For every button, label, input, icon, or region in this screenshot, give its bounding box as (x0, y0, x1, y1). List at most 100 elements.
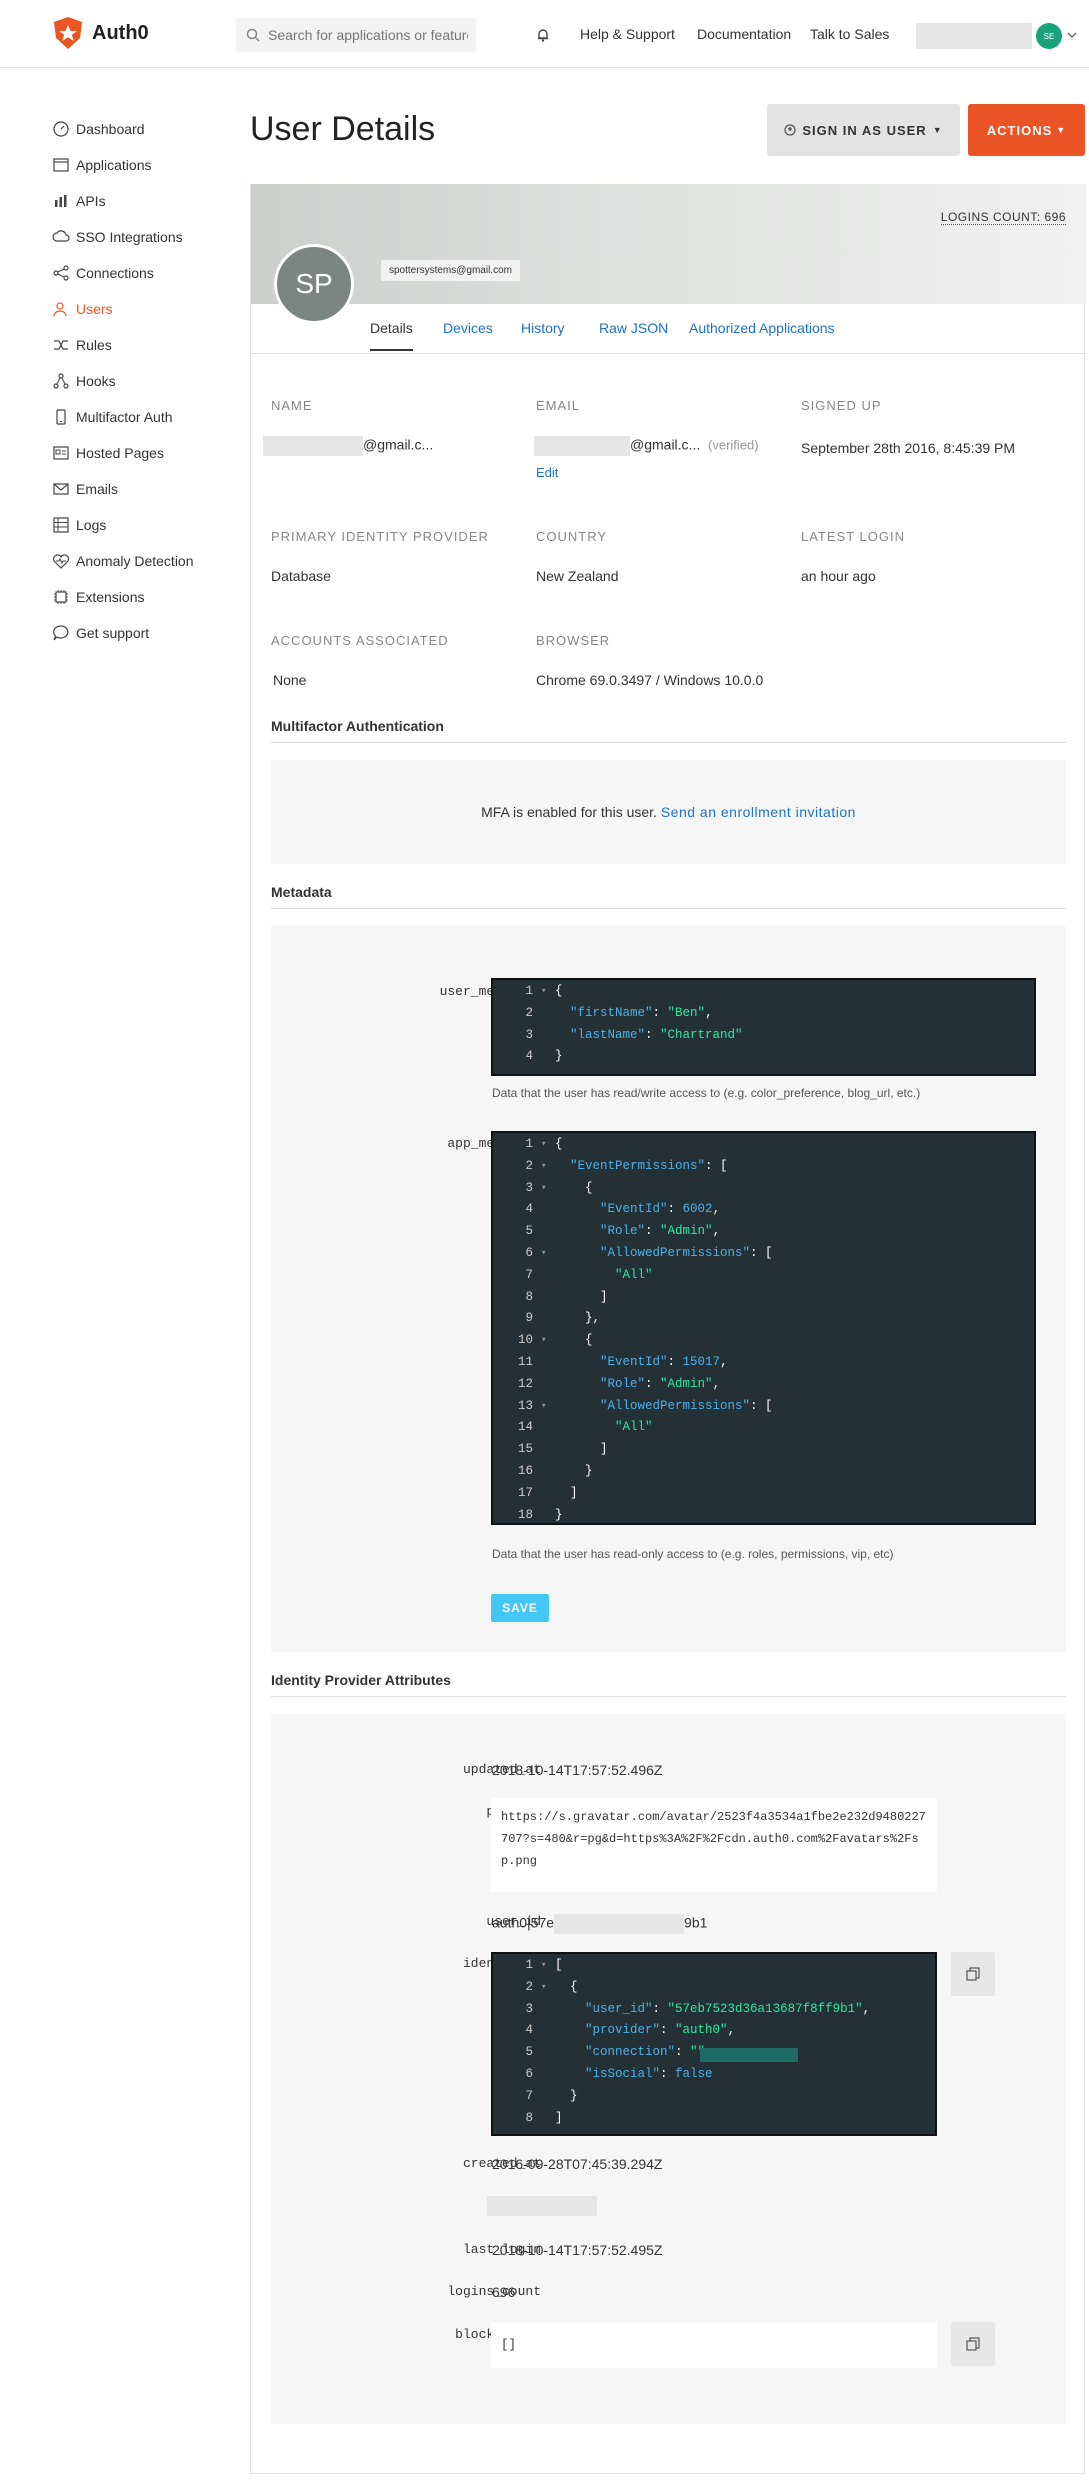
copy-icon (966, 2337, 980, 2351)
code-line: "connection": "", (585, 2045, 713, 2060)
sign-in-as-user-button[interactable]: SIGN IN AS USER ▼ (767, 104, 960, 156)
code-line: { (555, 1979, 578, 1994)
fold-arrow-icon[interactable]: ▾ (541, 1248, 546, 1258)
code-line: { (555, 1137, 563, 1151)
auth0-logo[interactable]: Auth0 (52, 16, 149, 50)
code-line: "lastName": "Chartrand" (570, 1027, 743, 1042)
code-line-number: 5 (525, 1224, 533, 1239)
sidebar-item-anomaly-detection[interactable]: Anomaly Detection (52, 543, 242, 579)
chevron-down-icon[interactable] (1067, 31, 1077, 39)
fold-arrow-icon[interactable]: ▾ (541, 1982, 546, 1992)
sidebar-item-rules[interactable]: Rules (52, 327, 242, 363)
dashboard-icon (53, 121, 69, 137)
edit-email-link[interactable]: Edit (536, 465, 558, 480)
code-line: "EventPermissions": [ (570, 1158, 728, 1173)
fold-arrow-icon[interactable]: ▾ (541, 1183, 546, 1193)
user-id-prefix: auth0|57e (492, 1914, 555, 1931)
code-line: "firstName": "Ben", (570, 1005, 713, 1020)
code-line-number: 4 (525, 1049, 533, 1064)
search-input[interactable] (268, 27, 468, 43)
tab-details[interactable]: Details (370, 320, 413, 351)
sidebar-item-label: Multifactor Auth (76, 409, 173, 425)
tab-raw-json[interactable]: Raw JSON (599, 320, 668, 336)
applications-icon (53, 158, 69, 172)
help-support-link[interactable]: Help & Support (580, 26, 675, 42)
code-line-number: 16 (517, 1464, 533, 1478)
sidebar-item-label: Extensions (76, 589, 145, 605)
connections-icon (53, 265, 69, 281)
code-line: [ (555, 1958, 563, 1972)
sidebar-item-users[interactable]: Users (52, 291, 242, 327)
logins-count-key: logins_count (447, 2284, 541, 2299)
sidebar-item-extensions[interactable]: Extensions (52, 579, 242, 615)
mfa-heading: Multifactor Authentication (271, 718, 1066, 743)
sidebar-item-get-support[interactable]: Get support (52, 615, 242, 651)
sidebar-item-mfa[interactable]: Multifactor Auth (52, 399, 242, 435)
app-metadata-editor[interactable]: 1 ▾ {2 ▾ "EventPermissions": [3 ▾ {4 "EventI… (491, 1131, 1036, 1525)
sidebar-item-logs[interactable]: Logs (52, 507, 242, 543)
users-icon (53, 302, 67, 317)
search-box[interactable] (236, 18, 476, 52)
fold-arrow-icon[interactable]: ▾ (541, 1335, 546, 1345)
sso-icon (52, 230, 70, 242)
primary-idp-label: PRIMARY IDENTITY PROVIDER (271, 529, 489, 544)
sidebar-item-apis[interactable]: APIs (52, 183, 242, 219)
name-label: NAME (271, 398, 313, 413)
sidebar-item-label: Applications (76, 157, 152, 173)
sidebar-item-connections[interactable]: Connections (52, 255, 242, 291)
redacted-block (554, 1914, 685, 1934)
browser-label: BROWSER (536, 633, 611, 648)
logins-count-text: LOGINS COUNT: 696 (940, 210, 1066, 225)
code-line-number: 13 (517, 1398, 533, 1413)
sidebar-item-hooks[interactable]: Hooks (52, 363, 242, 399)
talk-to-sales-link[interactable]: Talk to Sales (810, 26, 889, 42)
code-line: } (555, 1464, 593, 1478)
latest-login-label: LATEST LOGIN (801, 529, 905, 544)
fold-arrow-icon[interactable]: ▾ (541, 1960, 546, 1970)
code-line-number: 3 (525, 1027, 533, 1042)
copy-identities-button[interactable] (951, 1952, 995, 1996)
fold-arrow-icon[interactable]: ▾ (541, 1161, 546, 1171)
user-metadata-editor[interactable]: 1 ▾ {2 "firstName": "Ben", 3 "lastName": "C… (491, 978, 1036, 1076)
mfa-icon (56, 409, 66, 425)
notification-bell-icon[interactable] (535, 27, 551, 43)
tab-authorized-applications[interactable]: Authorized Applications (689, 320, 835, 336)
redacted-block (534, 436, 630, 456)
user-avatar[interactable]: SE (1036, 23, 1062, 49)
sidebar-item-emails[interactable]: Emails (52, 471, 242, 507)
accounts-associated-value: None (273, 672, 307, 688)
code-line-number: 6 (525, 2067, 533, 2081)
send-enrollment-link[interactable]: Send an enrollment invitation (661, 804, 856, 820)
code-line-number: 14 (517, 1420, 533, 1435)
identities-editor[interactable]: 1 ▾ [2 ▾ {3 "user_id": "57eb7523d36a13687f8… (491, 1952, 937, 2136)
actions-button[interactable]: ACTIONS ▼ (968, 104, 1085, 156)
sidebar-item-hosted-pages[interactable]: Hosted Pages (52, 435, 242, 471)
code-line: "EventId": 15017, (600, 1355, 728, 1369)
documentation-link[interactable]: Documentation (697, 26, 791, 42)
sidebar-item-sso[interactable]: SSO Integrations (52, 219, 242, 255)
sidebar-item-dashboard[interactable]: Dashboard (52, 111, 242, 147)
sidebar-item-label: Users (76, 301, 113, 317)
code-line-number: 8 (525, 2110, 533, 2125)
fold-arrow-icon[interactable]: ▾ (541, 986, 546, 996)
auth0-shield-icon (54, 17, 82, 49)
latest-login-value: an hour ago (801, 568, 876, 584)
copy-blocked-for-button[interactable] (951, 2322, 995, 2366)
tab-devices[interactable]: Devices (443, 320, 493, 336)
emails-icon (53, 483, 69, 495)
code-line-number: 1 (525, 1137, 533, 1151)
tab-history[interactable]: History (521, 320, 565, 336)
redacted-block (263, 436, 363, 456)
code-line: "isSocial": false (585, 2067, 713, 2081)
fold-arrow-icon[interactable]: ▾ (541, 1401, 546, 1411)
code-line: "All" (615, 1267, 653, 1282)
blocked-for-value: [] (491, 2322, 937, 2368)
sidebar-item-applications[interactable]: Applications (52, 147, 242, 183)
code-line-number: 1 (525, 984, 533, 998)
user-circle-icon (784, 124, 796, 136)
tenant-name-redacted[interactable] (916, 23, 1032, 49)
fold-arrow-icon[interactable]: ▾ (541, 1139, 546, 1149)
save-metadata-button[interactable]: SAVE (491, 1594, 549, 1622)
primary-idp-value: Database (271, 568, 331, 584)
anomaly-icon (52, 554, 70, 569)
